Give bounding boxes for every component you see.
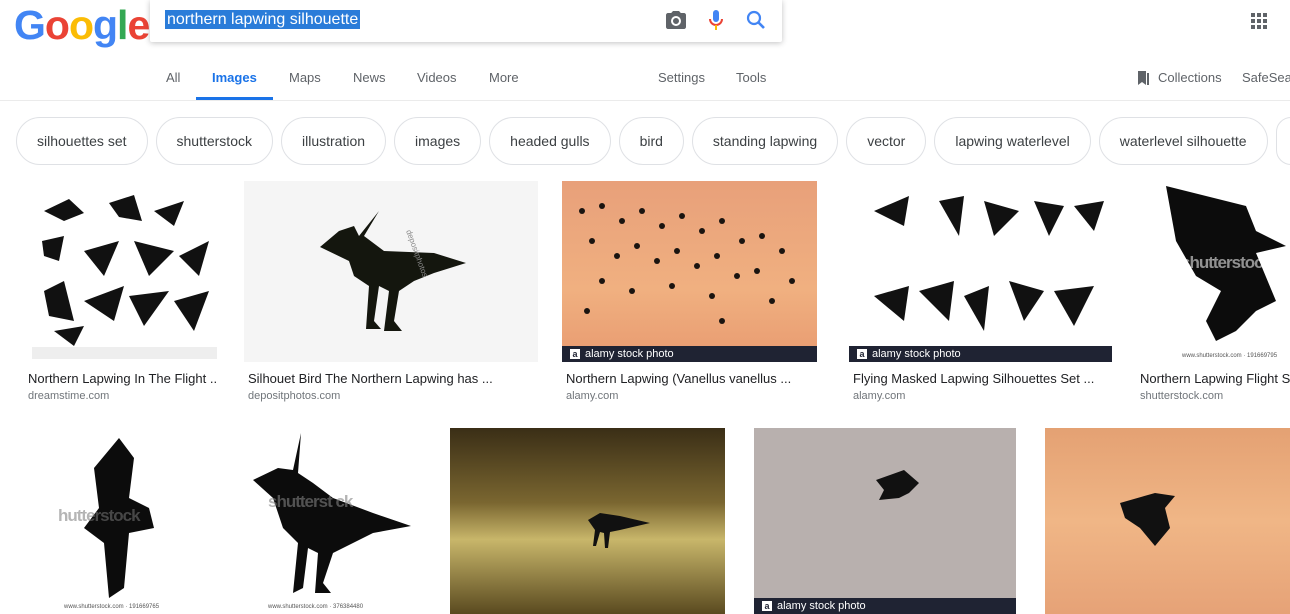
bookmark-icon[interactable] bbox=[1136, 70, 1150, 86]
header: Google northern lapwing silhouette All I… bbox=[0, 0, 1290, 101]
safesearch-link[interactable]: SafeSea bbox=[1242, 70, 1290, 85]
result-thumbnail[interactable]: a alamy stock photo bbox=[849, 181, 1112, 362]
result-caption[interactable]: Northern Lapwing In The Flight ... bbox=[28, 371, 218, 386]
active-tab-indicator bbox=[196, 97, 273, 100]
watermark: shutterst ck bbox=[268, 492, 353, 511]
watermark-id: www.shutterstock.com · 376384480 bbox=[268, 604, 364, 610]
logo-letter: l bbox=[117, 2, 128, 48]
tab-more[interactable]: More bbox=[489, 70, 519, 85]
alamy-bar-text: alamy stock photo bbox=[872, 348, 961, 360]
chip[interactable]: silhouettes set bbox=[16, 117, 148, 165]
lapwing-flying-grey-image bbox=[876, 470, 919, 500]
chip[interactable]: lapwing waterlevel bbox=[934, 117, 1091, 165]
result-thumbnail[interactable]: shutterstock www.shutterstock.com · 1916… bbox=[1136, 181, 1290, 362]
result-source: dreamstime.com bbox=[28, 390, 110, 402]
watermark: shutterstock bbox=[1181, 253, 1272, 272]
result-thumbnail[interactable]: hutterstock www.shutterstock.com · 19166… bbox=[24, 428, 199, 614]
lapwing-at-water-image bbox=[588, 513, 650, 548]
flock-image bbox=[579, 203, 795, 324]
watermark-id: www.shutterstock.com · 191669795 bbox=[1182, 353, 1278, 359]
result-thumbnail[interactable]: a alamy stock photo bbox=[754, 428, 1016, 614]
result-source: shutterstock.com bbox=[1140, 390, 1224, 402]
logo-letter: G bbox=[14, 2, 46, 48]
tab-images[interactable]: Images bbox=[212, 70, 257, 85]
tab-tools[interactable]: Tools bbox=[736, 70, 766, 85]
logo-letter: g bbox=[93, 2, 118, 48]
chip[interactable]: images bbox=[394, 117, 482, 165]
chip[interactable]: bird bbox=[618, 117, 684, 165]
camera-icon[interactable] bbox=[664, 8, 688, 32]
tab-videos[interactable]: Videos bbox=[417, 70, 457, 85]
result-thumbnail[interactable] bbox=[450, 428, 725, 614]
lapwing-silhouette-image bbox=[320, 211, 466, 331]
watermark: hutterstock bbox=[58, 506, 141, 525]
result-caption[interactable]: Silhouet Bird The Northern Lapwing has .… bbox=[248, 371, 538, 386]
apps-grid-icon[interactable] bbox=[1251, 13, 1267, 29]
chip[interactable] bbox=[1275, 117, 1290, 165]
flying-birds-image bbox=[32, 195, 217, 359]
chip[interactable]: shutterstock bbox=[155, 117, 273, 165]
result-thumbnail[interactable] bbox=[1045, 428, 1290, 614]
microphone-icon[interactable] bbox=[704, 8, 728, 32]
logo-letter: o bbox=[68, 2, 94, 48]
search-box[interactable]: northern lapwing silhouette bbox=[150, 0, 782, 42]
result-caption[interactable]: Flying Masked Lapwing Silhouettes Set ..… bbox=[853, 371, 1113, 386]
alamy-bar: a alamy stock photo bbox=[754, 598, 1016, 614]
result-caption[interactable]: Northern Lapwing Flight Sto bbox=[1140, 371, 1290, 386]
tab-settings[interactable]: Settings bbox=[658, 70, 705, 85]
lapwing-flying-orange-image bbox=[1120, 493, 1175, 546]
search-tabs: All Images Maps News Videos More Setting… bbox=[0, 60, 1290, 101]
result-thumbnail[interactable]: depositphotos bbox=[244, 181, 538, 362]
alamy-bar: a alamy stock photo bbox=[562, 346, 817, 362]
result-source: alamy.com bbox=[566, 390, 619, 402]
chip[interactable]: headed gulls bbox=[489, 117, 611, 165]
result-caption[interactable]: Northern Lapwing (Vanellus vanellus ... bbox=[566, 371, 816, 386]
search-input[interactable]: northern lapwing silhouette bbox=[165, 10, 361, 29]
chip[interactable]: vector bbox=[846, 117, 927, 165]
google-logo[interactable]: Google bbox=[14, 2, 150, 49]
lapwing-set-image bbox=[874, 196, 1104, 331]
chip[interactable]: illustration bbox=[280, 117, 387, 165]
tab-maps[interactable]: Maps bbox=[289, 70, 321, 85]
result-thumbnail[interactable]: shutterst ck www.shutterstock.com · 3763… bbox=[223, 428, 424, 614]
result-source: depositphotos.com bbox=[248, 390, 341, 402]
crested-lapwing-image bbox=[253, 433, 411, 593]
watermark-id: www.shutterstock.com · 191669765 bbox=[64, 604, 160, 610]
alamy-bar-text: alamy stock photo bbox=[777, 600, 866, 612]
search-icon[interactable] bbox=[744, 8, 768, 32]
chip[interactable]: waterlevel silhouette bbox=[1098, 117, 1268, 165]
related-chips: silhouettes set shutterstock illustratio… bbox=[16, 117, 1290, 165]
logo-letter: o bbox=[44, 2, 70, 48]
logo-letter: e bbox=[127, 2, 150, 48]
tab-news[interactable]: News bbox=[353, 70, 386, 85]
collections-link[interactable]: Collections bbox=[1158, 70, 1222, 85]
chip[interactable]: standing lapwing bbox=[691, 117, 839, 165]
result-thumbnail[interactable]: a alamy stock photo bbox=[562, 181, 817, 362]
alamy-bar-text: alamy stock photo bbox=[585, 348, 674, 360]
tab-all[interactable]: All bbox=[166, 70, 180, 85]
alamy-bar: a alamy stock photo bbox=[849, 346, 1112, 362]
result-thumbnail[interactable] bbox=[24, 181, 220, 362]
result-source: alamy.com bbox=[853, 390, 906, 402]
